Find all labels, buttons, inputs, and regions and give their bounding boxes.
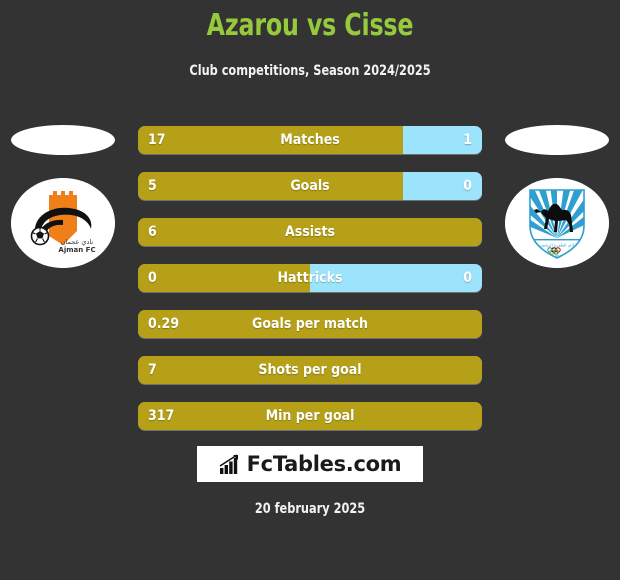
stat-row: 17 Matches 1 [138, 126, 482, 154]
fctables-brand-text: FcTables.com [246, 452, 402, 476]
player-photo-right [505, 125, 609, 155]
stat-row: 317 Min per goal [138, 402, 482, 430]
stat-row: 7 Shots per goal [138, 356, 482, 384]
svg-text:نادي عجمان: نادي عجمان [61, 238, 94, 246]
stat-label: Goals per match [252, 316, 368, 332]
stat-row: 0 Hattricks 0 [138, 264, 482, 292]
stat-row: 0.29 Goals per match [138, 310, 482, 338]
away-stat-value: 1 [463, 132, 472, 148]
stat-label: Goals [290, 178, 330, 194]
footer-date: 20 february 2025 [254, 501, 366, 517]
stat-row: 5 Goals 0 [138, 172, 482, 200]
page-subtitle: Club competitions, Season 2024/2025 [189, 63, 431, 79]
stat-label: Assists [284, 224, 336, 240]
stat-label: Shots per goal [258, 362, 362, 378]
stat-label: Hattricks [277, 270, 343, 286]
away-stat-value: 0 [463, 178, 472, 194]
bar-chart-icon [219, 453, 238, 474]
stats-comparison-list: 17 Matches 1 5 Goals 0 6 Assists 0 Hattr… [138, 126, 482, 448]
stat-label: Min per goal [265, 408, 355, 424]
away-stat-value: 0 [463, 270, 472, 286]
stat-row: 6 Assists [138, 218, 482, 246]
ajman-fc-badge-icon: نادي عجمان Ajman FC [11, 178, 115, 268]
svg-text:نادي الظفرة الرياضي: نادي الظفرة الرياضي [539, 243, 576, 248]
camel-shield-badge-icon: نادي الظفرة الرياضي 1966 [505, 178, 609, 268]
player-photo-left [11, 125, 115, 155]
stat-label: Matches [280, 132, 340, 148]
away-team-badge: نادي الظفرة الرياضي 1966 [505, 178, 609, 268]
page-title: Azarou vs Cisse [206, 8, 414, 43]
fctables-brand-logo[interactable]: FcTables.com [197, 446, 423, 482]
home-team-badge: نادي عجمان Ajman FC [11, 178, 115, 268]
svg-text:Ajman FC: Ajman FC [58, 246, 95, 254]
